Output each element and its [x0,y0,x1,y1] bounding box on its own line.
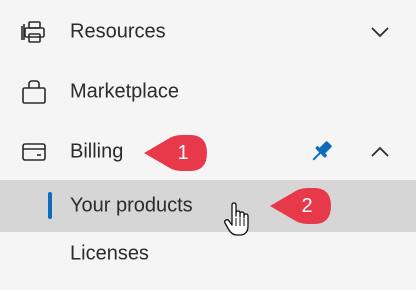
nav-subitem-label: Licenses [70,242,149,265]
printer-stack-icon [20,18,48,46]
selection-indicator [48,192,52,219]
credit-card-icon [20,138,48,166]
pin-icon[interactable] [306,137,336,167]
callout-number: 1 [177,142,189,164]
chevron-up-icon[interactable] [368,144,392,160]
nav-item-label: Marketplace [70,80,179,103]
step-callout-1: 1 [144,134,208,172]
chevron-down-icon[interactable] [368,24,392,40]
step-callout-2: 2 [270,187,332,225]
shopping-bag-icon [20,78,48,106]
nav-item-marketplace[interactable]: Marketplace [0,62,416,122]
nav-subitem-your-products[interactable]: Your products [0,180,416,232]
nav-item-billing[interactable]: Billing [0,122,416,182]
nav-item-resources[interactable]: Resources [0,2,416,62]
side-navigation: Resources Marketplace Billing Your produ… [0,0,416,290]
nav-subitem-licenses[interactable]: Licenses [0,228,416,280]
nav-item-label: Billing [70,140,124,163]
nav-item-label: Resources [70,20,166,43]
hand-cursor-icon [222,202,254,238]
nav-subitem-label: Your products [70,194,193,217]
callout-number: 2 [301,195,313,217]
